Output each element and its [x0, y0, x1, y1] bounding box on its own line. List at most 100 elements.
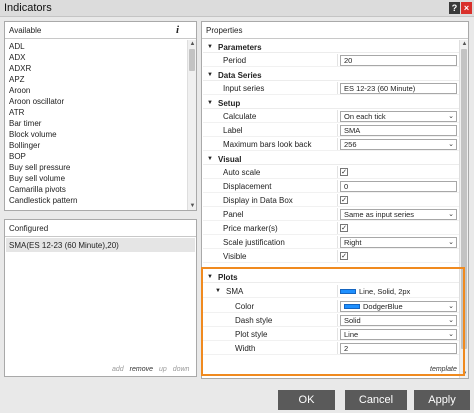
collapse-arrow-icon[interactable]: ▼	[215, 288, 221, 294]
available-scrollbar[interactable]: ▲ ▼	[187, 40, 196, 210]
column-divider	[337, 124, 338, 136]
properties-scrollbar[interactable]: ▲ ▼	[459, 40, 468, 378]
color-swatch	[344, 304, 360, 309]
column-divider	[337, 236, 338, 248]
displacement-input[interactable]: 0	[340, 181, 457, 192]
chevron-down-icon[interactable]: ⌄	[448, 316, 454, 325]
column-divider	[337, 314, 338, 326]
scroll-up-icon[interactable]: ▲	[461, 41, 468, 47]
max-bars-select[interactable]: 256 ⌄	[340, 139, 457, 150]
display-data-box-checkbox[interactable]: ✓	[340, 196, 348, 204]
configured-item[interactable]: SMA(ES 12-23 (60 Minute),20)	[6, 238, 195, 252]
prop-label: Calculate	[223, 112, 257, 121]
plot-style-select[interactable]: Line ⌄	[340, 329, 457, 340]
cancel-button[interactable]: Cancel	[345, 390, 407, 410]
auto-scale-checkbox[interactable]: ✓	[340, 168, 348, 176]
collapse-arrow-icon[interactable]: ▼	[207, 274, 213, 280]
prop-label: Display in Data Box	[223, 196, 293, 205]
prop-label: Price marker(s)	[223, 224, 278, 233]
prop-label: Input series	[223, 84, 265, 93]
info-icon[interactable]: i	[176, 24, 179, 36]
collapse-arrow-icon[interactable]: ▼	[207, 100, 213, 106]
color-select[interactable]: DodgerBlue ⌄	[340, 301, 457, 312]
scroll-down-icon[interactable]: ▼	[189, 203, 196, 209]
list-item[interactable]: ADXR	[9, 63, 31, 74]
label-input[interactable]: SMA	[340, 125, 457, 136]
list-item[interactable]: Camarilla pivots	[9, 184, 66, 195]
list-item[interactable]: ATR	[9, 107, 24, 118]
prop-label: Dash style	[235, 316, 273, 325]
list-item[interactable]: ADX	[9, 52, 25, 63]
close-button[interactable]: ×	[461, 2, 472, 14]
list-item[interactable]: Bollinger	[9, 140, 40, 151]
prop-calculate: Calculate On each tick ⌄	[203, 110, 459, 123]
section-title: Plots	[218, 273, 238, 282]
chevron-down-icon[interactable]: ⌄	[448, 238, 454, 247]
list-item[interactable]: ADL	[9, 41, 25, 52]
column-divider	[337, 54, 338, 66]
prop-label: Auto scale	[223, 168, 261, 177]
scroll-down-icon[interactable]: ▼	[461, 371, 468, 377]
sma-summary-text: Line, Solid, 2px	[359, 287, 411, 296]
apply-button[interactable]: Apply	[414, 390, 470, 410]
calculate-select[interactable]: On each tick ⌄	[340, 111, 457, 122]
column-divider	[337, 208, 338, 220]
section-plots[interactable]: ▼ Plots	[203, 271, 459, 283]
scroll-up-icon[interactable]: ▲	[189, 41, 196, 47]
select-value: Line	[344, 330, 359, 339]
list-item[interactable]: BOP	[9, 151, 26, 162]
column-divider	[337, 328, 338, 340]
list-item[interactable]: Candlestick pattern	[9, 195, 77, 206]
ok-button[interactable]: OK	[278, 390, 335, 410]
template-link[interactable]: template	[430, 366, 457, 373]
prop-label: SMA	[226, 287, 244, 296]
remove-link[interactable]: remove	[130, 366, 153, 373]
prop-label: Period	[223, 56, 247, 65]
column-divider	[337, 166, 338, 178]
scroll-thumb[interactable]	[461, 49, 467, 349]
section-title: Visual	[218, 155, 242, 164]
list-item[interactable]: Bar timer	[9, 118, 41, 129]
down-link[interactable]: down	[173, 366, 190, 373]
panel-select[interactable]: Same as input series ⌄	[340, 209, 457, 220]
chevron-down-icon[interactable]: ⌄	[448, 210, 454, 219]
price-markers-checkbox[interactable]: ✓	[340, 224, 348, 232]
prop-width: Width 2	[203, 342, 459, 355]
section-visual[interactable]: ▼ Visual	[203, 153, 459, 165]
list-item[interactable]: Block volume	[9, 129, 57, 140]
color-swatch	[340, 289, 356, 294]
chevron-down-icon[interactable]: ⌄	[448, 112, 454, 121]
properties-header: Properties	[202, 22, 468, 39]
section-setup[interactable]: ▼ Setup	[203, 97, 459, 109]
period-input[interactable]: 20	[340, 55, 457, 66]
width-input[interactable]: 2	[340, 343, 457, 354]
list-item[interactable]: Aroon oscillator	[9, 96, 64, 107]
visible-checkbox[interactable]: ✓	[340, 252, 348, 260]
collapse-arrow-icon[interactable]: ▼	[207, 156, 213, 162]
scale-justification-select[interactable]: Right ⌄	[340, 237, 457, 248]
scroll-thumb[interactable]	[189, 49, 195, 71]
list-item[interactable]: Aroon	[9, 85, 30, 96]
prop-input-series: Input series ES 12-23 (60 Minute)	[203, 82, 459, 95]
collapse-arrow-icon[interactable]: ▼	[207, 72, 213, 78]
add-link[interactable]: add	[112, 366, 124, 373]
prop-label: Displacement	[223, 182, 272, 191]
chevron-down-icon[interactable]: ⌄	[448, 302, 454, 311]
prop-label-row: Label SMA	[203, 124, 459, 137]
list-item[interactable]: Buy sell pressure	[9, 162, 70, 173]
section-parameters[interactable]: ▼ Parameters	[203, 41, 459, 53]
chevron-down-icon[interactable]: ⌄	[448, 330, 454, 339]
help-button[interactable]: ?	[449, 2, 460, 14]
prop-panel: Panel Same as input series ⌄	[203, 208, 459, 221]
collapse-arrow-icon[interactable]: ▼	[207, 44, 213, 50]
input-series-field[interactable]: ES 12-23 (60 Minute)	[340, 83, 457, 94]
section-data-series[interactable]: ▼ Data Series	[203, 69, 459, 81]
up-link[interactable]: up	[159, 366, 167, 373]
list-item[interactable]: APZ	[9, 74, 25, 85]
chevron-down-icon[interactable]: ⌄	[448, 140, 454, 149]
prop-period: Period 20	[203, 54, 459, 67]
properties-panel: Properties ▼ Parameters Period 20 ▼ Data…	[201, 21, 469, 379]
prop-plot-sma: ▼ SMA Line, Solid, 2px	[203, 285, 459, 298]
dash-style-select[interactable]: Solid ⌄	[340, 315, 457, 326]
list-item[interactable]: Buy sell volume	[9, 173, 65, 184]
